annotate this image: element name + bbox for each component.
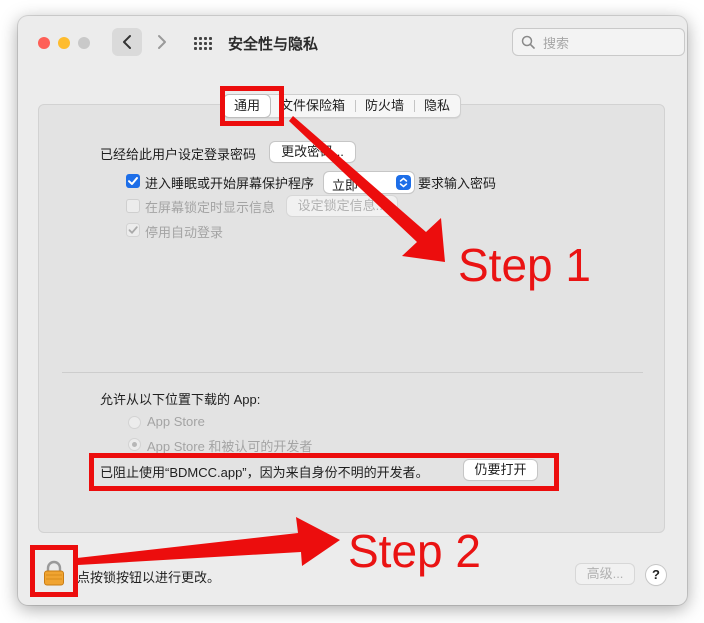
step1-label: Step 1	[458, 239, 591, 291]
step2-label: Step 2	[348, 525, 481, 577]
step1-arrow-icon	[289, 116, 445, 262]
step2-arrow-icon	[77, 517, 340, 566]
